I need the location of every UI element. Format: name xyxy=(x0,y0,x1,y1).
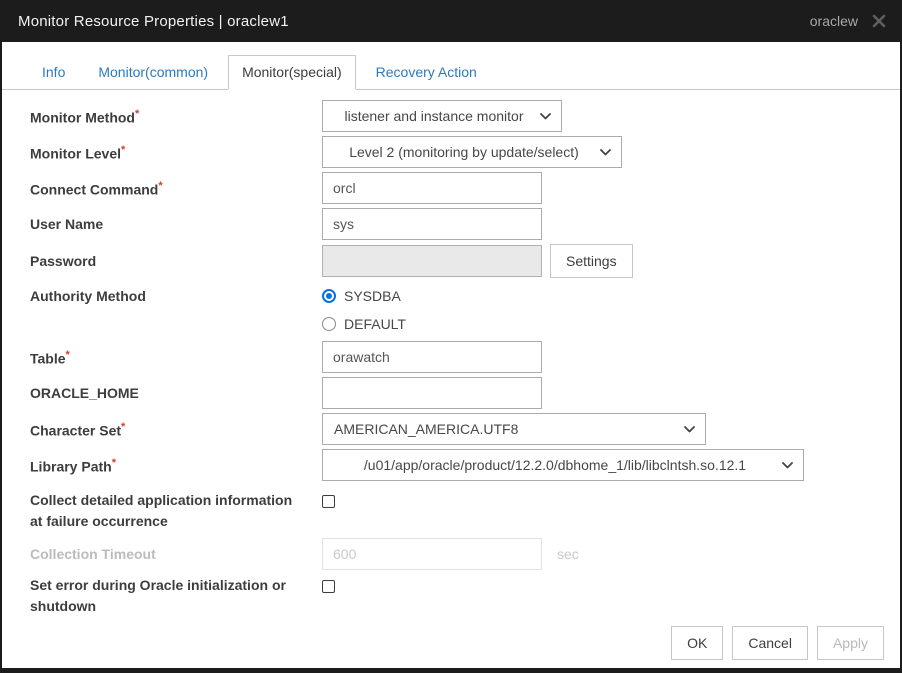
character-set-row: Character Set* AMERICAN_AMERICA.UTF8 xyxy=(30,413,882,445)
apply-button[interactable]: Apply xyxy=(817,626,884,660)
radio-option-default[interactable]: DEFAULT xyxy=(322,310,406,338)
oracle-home-input[interactable] xyxy=(322,377,542,409)
dialog-title: Monitor Resource Properties | oraclew1 xyxy=(18,13,289,30)
table-input[interactable] xyxy=(322,341,542,373)
radio-option-sysdba[interactable]: SYSDBA xyxy=(322,282,406,310)
authority-method-row: Authority Method SYSDBA DEFAULT xyxy=(30,282,882,338)
ok-button[interactable]: OK xyxy=(671,626,723,660)
required-mark: * xyxy=(121,421,125,433)
monitor-level-label: Monitor Level* xyxy=(30,140,322,165)
tab-monitor-special[interactable]: Monitor(special) xyxy=(228,55,356,90)
character-set-select[interactable]: AMERICAN_AMERICA.UTF8 xyxy=(322,413,706,445)
radio-selected-icon xyxy=(322,289,336,303)
monitor-level-select[interactable]: Level 2 (monitoring by update/select) xyxy=(322,136,622,168)
password-row: Password Settings xyxy=(30,244,882,278)
collect-detail-checkbox[interactable] xyxy=(322,495,335,508)
authority-method-label: Authority Method xyxy=(30,282,322,307)
tab-bar: Info Monitor(common) Monitor(special) Re… xyxy=(2,42,900,90)
oracle-home-row: ORACLE_HOME xyxy=(30,377,882,409)
cancel-button[interactable]: Cancel xyxy=(732,626,808,660)
connect-command-label: Connect Command* xyxy=(30,176,322,201)
collect-detail-row: Collect detailed application information… xyxy=(30,490,882,534)
chevron-down-icon xyxy=(600,149,611,156)
user-name-row: User Name xyxy=(30,208,882,240)
tab-recovery-action[interactable]: Recovery Action xyxy=(363,56,490,89)
character-set-label: Character Set* xyxy=(30,417,322,442)
collection-timeout-row: Collection Timeout sec xyxy=(30,538,882,570)
oracle-home-label: ORACLE_HOME xyxy=(30,383,322,404)
required-mark: * xyxy=(66,349,70,361)
user-name-input[interactable] xyxy=(322,208,542,240)
password-label: Password xyxy=(30,251,322,272)
chevron-down-icon xyxy=(684,426,695,433)
library-path-row: Library Path* /u01/app/oracle/product/12… xyxy=(30,449,882,481)
chevron-down-icon xyxy=(782,462,793,469)
monitor-level-row: Monitor Level* Level 2 (monitoring by up… xyxy=(30,136,882,168)
form-content: Monitor Method* listener and instance mo… xyxy=(2,90,900,619)
monitor-method-label: Monitor Method* xyxy=(30,104,322,129)
window-badge-label: oraclew xyxy=(810,13,858,29)
table-row: Table* xyxy=(30,341,882,373)
required-mark: * xyxy=(158,180,162,192)
monitor-method-row: Monitor Method* listener and instance mo… xyxy=(30,100,882,132)
tab-monitor-common[interactable]: Monitor(common) xyxy=(85,56,221,89)
monitor-resource-properties-dialog: Monitor Resource Properties | oraclew1 o… xyxy=(0,0,902,673)
required-mark: * xyxy=(112,457,116,469)
footer-button-bar: OK Cancel Apply xyxy=(671,626,884,660)
connect-command-row: Connect Command* xyxy=(30,172,882,204)
collect-detail-label: Collect detailed application information… xyxy=(30,490,322,532)
library-path-label: Library Path* xyxy=(30,453,322,478)
title-bar: Monitor Resource Properties | oraclew1 o… xyxy=(2,0,900,42)
set-error-row: Set error during Oracle initialization o… xyxy=(30,575,882,619)
table-label: Table* xyxy=(30,345,322,370)
collection-timeout-unit: sec xyxy=(557,546,579,562)
user-name-label: User Name xyxy=(30,214,322,235)
authority-method-radio-group: SYSDBA DEFAULT xyxy=(322,282,406,338)
tab-info[interactable]: Info xyxy=(29,56,78,89)
close-icon xyxy=(872,14,886,28)
password-settings-button[interactable]: Settings xyxy=(550,244,633,278)
radio-unselected-icon xyxy=(322,317,336,331)
required-mark: * xyxy=(121,144,125,156)
chevron-down-icon xyxy=(540,113,551,120)
set-error-label: Set error during Oracle initialization o… xyxy=(30,575,322,617)
close-button[interactable] xyxy=(872,14,886,28)
library-path-select[interactable]: /u01/app/oracle/product/12.2.0/dbhome_1/… xyxy=(322,449,804,481)
monitor-method-select[interactable]: listener and instance monitor xyxy=(322,100,562,132)
required-mark: * xyxy=(135,108,139,120)
set-error-checkbox[interactable] xyxy=(322,580,335,593)
password-input xyxy=(322,245,542,277)
collection-timeout-label: Collection Timeout xyxy=(30,544,322,565)
connect-command-input[interactable] xyxy=(322,172,542,204)
collection-timeout-input xyxy=(322,538,542,570)
